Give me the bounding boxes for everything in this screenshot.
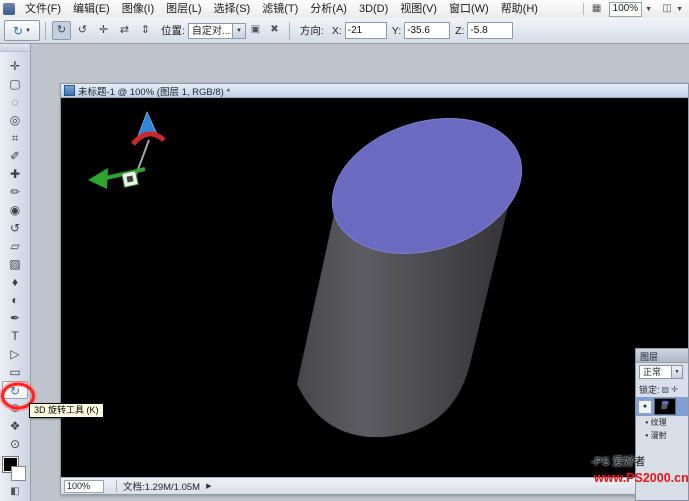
quick-selection-tool[interactable]: ◎ — [2, 111, 28, 129]
menu-item-layer[interactable]: 图层(L) — [160, 1, 207, 18]
menu-item-help[interactable]: 帮助(H) — [495, 1, 544, 18]
history-brush-tool[interactable]: ↺ — [2, 219, 28, 237]
move-tool[interactable]: ✛ — [2, 57, 28, 75]
healing-brush-tool[interactable]: ✚ — [2, 165, 28, 183]
position-select-value: 自定对... — [192, 26, 230, 37]
crop-tool[interactable]: ⌗ — [2, 129, 28, 147]
layer-row-selected[interactable]: ● — [636, 397, 688, 416]
clone-stamp-tool[interactable]: ◉ — [2, 201, 28, 219]
status-menu-icon[interactable]: ▶ — [206, 482, 211, 490]
lock-position-icon[interactable]: ✛ — [671, 385, 678, 394]
quick-mask-button[interactable]: ◧ — [2, 483, 28, 501]
eraser-tool[interactable]: ▱ — [2, 237, 28, 255]
menubar-separator — [583, 3, 584, 15]
y-label: Y: — [392, 25, 401, 37]
3d-rotate-tool[interactable]: ↻ — [2, 381, 28, 399]
save-view-icon[interactable]: ▣ — [247, 22, 264, 39]
brush-tool[interactable]: ✏ — [2, 183, 28, 201]
hand-tool[interactable]: ❖ — [2, 417, 28, 435]
chevron-down-icon: ▼ — [25, 28, 31, 34]
menu-item-file[interactable]: 文件(F) — [19, 1, 67, 18]
screen-mode-dropdown-icon[interactable]: ▼ — [676, 6, 683, 13]
orientation-z-input[interactable] — [467, 22, 513, 39]
photoshop-window: 文件(F) 编辑(E) 图像(I) 图层(L) 选择(S) 滤镜(T) 分析(A… — [0, 0, 689, 501]
shape-tool[interactable]: ▭ — [2, 363, 28, 381]
subrow-label: 漫射 — [651, 430, 667, 441]
type-tool[interactable]: T — [2, 327, 28, 345]
visibility-eye-icon[interactable]: ● — [645, 433, 649, 439]
statusbar-zoom-field[interactable]: 100% — [64, 480, 104, 493]
arrange-documents-icon[interactable]: ▦ — [588, 2, 606, 16]
layer-subrow-textures[interactable]: ● 纹理 — [636, 416, 688, 429]
options-bar: ↻ ▼ ↻ ↺ ✛ ⇄ ⇕ 位置: 自定对... ▼ ▣ ✖ 方向: X: Y:… — [0, 18, 689, 44]
lock-transparency-icon[interactable]: ▨ — [662, 385, 670, 394]
orientation-x-input[interactable] — [345, 22, 387, 39]
marquee-tool[interactable]: ▢ — [2, 75, 28, 93]
background-color-swatch[interactable] — [11, 466, 26, 481]
canvas-art — [61, 98, 688, 478]
watermark-url: www.PS2000.cn — [594, 471, 689, 485]
menu-bar: 文件(F) 编辑(E) 图像(I) 图层(L) 选择(S) 滤镜(T) 分析(A… — [0, 0, 689, 19]
layer-visibility-eye-icon[interactable]: ● — [638, 400, 652, 414]
zoom-tool[interactable]: ⊙ — [2, 435, 28, 453]
palette-grip[interactable] — [0, 44, 30, 52]
document-titlebar[interactable]: 未标题-1 @ 100% (图层 1, RGB/8) * — [61, 84, 688, 98]
delete-view-icon[interactable]: ✖ — [266, 22, 283, 39]
position-label: 位置: — [161, 23, 185, 38]
orientation-label: 方向: — [300, 23, 324, 38]
3d-slide-mode-button[interactable]: ⇄ — [115, 21, 134, 40]
app-zoom-level[interactable]: 100% — [609, 2, 643, 17]
watermark-text: -PS 爱好者 — [591, 453, 645, 469]
screen-mode-icon[interactable]: ◫ — [658, 2, 676, 16]
layer-thumbnail[interactable] — [654, 398, 676, 415]
blur-tool[interactable]: ♦ — [2, 273, 28, 291]
chevron-down-icon: ▼ — [232, 24, 245, 38]
layer-subrow-diffuse[interactable]: ● 漫射 — [636, 429, 688, 442]
z-label: Z: — [455, 25, 464, 37]
menu-item-window[interactable]: 窗口(W) — [443, 1, 495, 18]
document-title: 未标题-1 @ 100% (图层 1, RGB/8) * — [78, 84, 230, 98]
menu-item-analysis[interactable]: 分析(A) — [304, 1, 353, 18]
3d-rotate-mode-button[interactable]: ↻ — [52, 21, 71, 40]
menu-item-view[interactable]: 视图(V) — [394, 1, 443, 18]
3d-orbit-tool[interactable]: ⊚ — [2, 399, 28, 417]
app-icon — [3, 3, 15, 15]
tool-palette: ✛ ▢ ◌ ◎ ⌗ ✐ ✚ ✏ ◉ ↺ ▱ ▨ ♦ ◐ ✒ T ▷ ▭ ↻ ⊚ … — [0, 44, 31, 501]
active-tool-icon: ↻ — [13, 24, 23, 38]
x-label: X: — [332, 25, 342, 37]
dodge-tool[interactable]: ◐ — [2, 291, 28, 309]
color-swatches — [2, 457, 28, 483]
lock-label: 锁定: — [639, 383, 660, 396]
gradient-tool[interactable]: ▨ — [2, 255, 28, 273]
position-select[interactable]: 自定对... ▼ — [188, 23, 246, 39]
document-icon — [64, 85, 75, 96]
3d-axis-widget[interactable] — [88, 112, 164, 189]
3d-scale-mode-button[interactable]: ⇕ — [136, 21, 155, 40]
menu-item-select[interactable]: 选择(S) — [208, 1, 257, 18]
canvas[interactable] — [61, 98, 688, 478]
menu-item-image[interactable]: 图像(I) — [116, 1, 160, 18]
zoom-dropdown-icon[interactable]: ▼ — [645, 6, 652, 13]
eyedropper-tool[interactable]: ✐ — [2, 147, 28, 165]
blend-mode-value: 正常 — [643, 367, 661, 377]
tool-preset-picker[interactable]: ↻ ▼ — [4, 20, 40, 41]
chevron-down-icon: ▼ — [671, 366, 682, 378]
lasso-tool[interactable]: ◌ — [2, 93, 28, 111]
tool-tooltip: 3D 旋转工具 (K) — [29, 403, 104, 418]
axis-x-arrowhead — [88, 168, 108, 189]
path-selection-tool[interactable]: ▷ — [2, 345, 28, 363]
document-window: 未标题-1 @ 100% (图层 1, RGB/8) * — [60, 83, 689, 495]
menu-item-filter[interactable]: 滤镜(T) — [256, 1, 304, 18]
blend-mode-select[interactable]: 正常 ▼ — [639, 365, 683, 379]
3d-pan-mode-button[interactable]: ✛ — [94, 21, 113, 40]
subrow-label: 纹理 — [651, 417, 667, 428]
menu-item-3d[interactable]: 3D(D) — [353, 1, 394, 18]
visibility-eye-icon[interactable]: ● — [645, 420, 649, 426]
menu-item-edit[interactable]: 编辑(E) — [67, 1, 116, 18]
pen-tool[interactable]: ✒ — [2, 309, 28, 327]
orientation-y-input[interactable] — [404, 22, 450, 39]
3d-roll-mode-button[interactable]: ↺ — [73, 21, 92, 40]
layers-panel-tab[interactable]: 图层 — [636, 349, 688, 363]
document-size-info: 文档:1.29M/1.05M — [123, 479, 200, 493]
